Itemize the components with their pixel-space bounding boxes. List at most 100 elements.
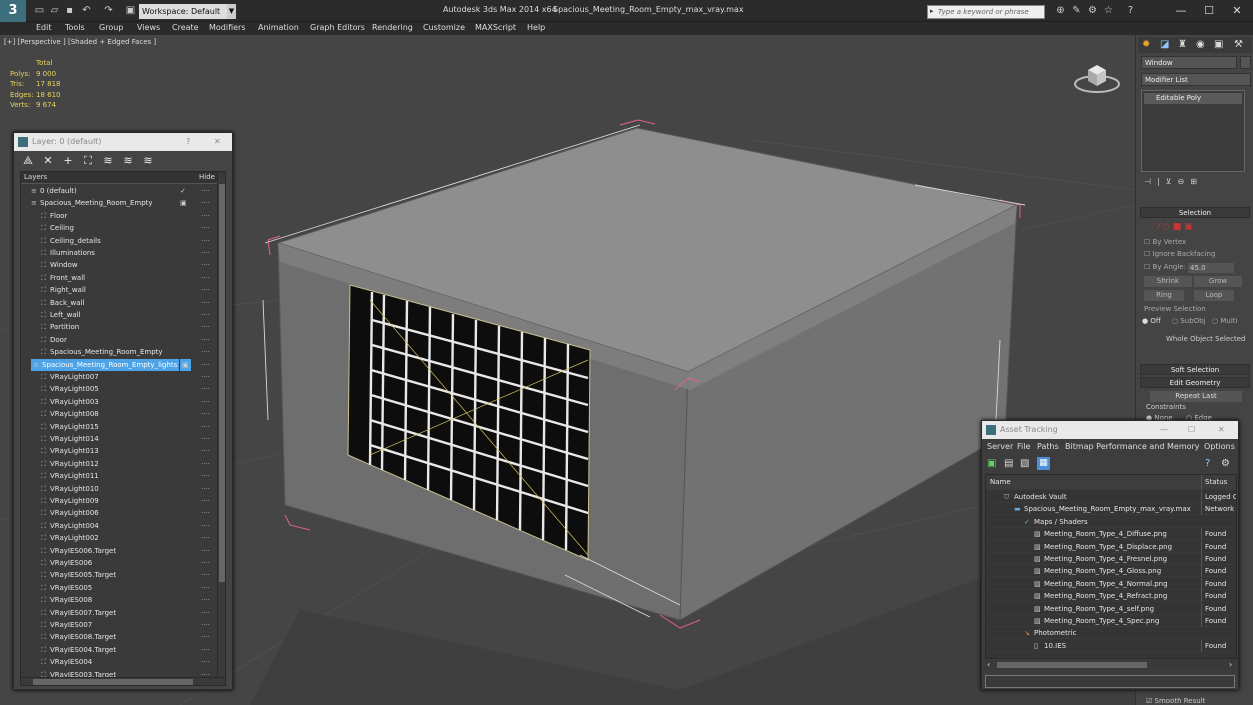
- loop-button[interactable]: Loop: [1194, 290, 1234, 301]
- viewport-label[interactable]: [+] [Perspective ] [Shaded + Edged Faces…: [4, 38, 156, 46]
- menu-file[interactable]: File: [1017, 442, 1030, 451]
- layer-object-row[interactable]: ⛶ VRayLight006 ····: [21, 507, 213, 519]
- hscrollbar-thumb[interactable]: [33, 679, 193, 685]
- hide-toggle-icon[interactable]: ····: [201, 421, 210, 433]
- ring-button[interactable]: Ring: [1144, 290, 1184, 301]
- minimize-button[interactable]: —: [1167, 2, 1195, 19]
- layer-toggle-icon[interactable]: ▣: [180, 358, 191, 371]
- menu-modifiers[interactable]: Modifiers: [209, 23, 246, 32]
- layer-object-row[interactable]: ⛶ Spacious_Meeting_Room_Empty ····: [21, 346, 213, 358]
- by-angle-checkbox[interactable]: ☐ By Angle:: [1144, 263, 1186, 271]
- open-file-icon[interactable]: ▱: [48, 4, 61, 17]
- close-button[interactable]: ✕: [214, 133, 221, 151]
- help-icon[interactable]: ?: [1124, 4, 1137, 17]
- freeze-all-icon[interactable]: ≋: [141, 154, 155, 168]
- hide-toggle-icon[interactable]: ····: [201, 619, 210, 631]
- scrollbar-thumb[interactable]: [219, 184, 225, 582]
- redo-icon[interactable]: ↷: [102, 4, 115, 17]
- layer-object-row[interactable]: ⛶ VRayIES006 ····: [21, 557, 213, 569]
- asset-row[interactable]: ✓ Maps / Shaders: [986, 516, 1236, 528]
- layer-object-row[interactable]: ⛶ VRayIES007 ····: [21, 619, 213, 631]
- utilities-tab-icon[interactable]: ⚒: [1234, 39, 1243, 50]
- create-tab-icon[interactable]: ✹: [1142, 39, 1150, 50]
- refresh-icon[interactable]: ▣: [987, 458, 996, 469]
- repeat-last-button[interactable]: Repeat Last: [1150, 391, 1242, 402]
- hide-toggle-icon[interactable]: ····: [201, 433, 210, 445]
- menu-options[interactable]: Options: [1204, 442, 1235, 451]
- asset-window-titlebar[interactable]: Asset Tracking — ☐ ✕: [982, 421, 1238, 439]
- table-view-icon[interactable]: ▦: [1037, 457, 1050, 470]
- object-name-field[interactable]: Window: [1141, 56, 1237, 69]
- name-column-header[interactable]: Name: [990, 475, 1011, 490]
- thumbnail-view-icon[interactable]: ▧: [1020, 458, 1029, 469]
- layer-window-titlebar[interactable]: Layer: 0 (default) ? ✕: [14, 133, 232, 151]
- hide-toggle-icon[interactable]: ····: [201, 210, 210, 222]
- highlight-layer-icon[interactable]: ≋: [101, 154, 115, 168]
- hide-toggle-icon[interactable]: ····: [201, 644, 210, 656]
- hide-toggle-icon[interactable]: ····: [201, 408, 210, 420]
- layers-column-header[interactable]: Layers: [24, 173, 47, 181]
- menu-server[interactable]: Server: [987, 442, 1013, 451]
- layer-object-row[interactable]: ⛶ VRayLight015 ····: [21, 421, 213, 433]
- asset-row[interactable]: ⛉ Autodesk Vault Logged O: [986, 491, 1236, 503]
- undo-icon[interactable]: ↶: [80, 4, 93, 17]
- layer-object-row[interactable]: ⛶ VRayIES005.Target ····: [21, 569, 213, 581]
- preview-subobj-radio[interactable]: ○ SubObj: [1172, 317, 1206, 325]
- hide-toggle-icon[interactable]: ····: [201, 594, 210, 606]
- help-icon[interactable]: ?: [1205, 458, 1210, 469]
- hide-toggle-icon[interactable]: ····: [201, 631, 210, 643]
- settings-icon[interactable]: ⚙: [1221, 458, 1230, 469]
- display-tab-icon[interactable]: ▣: [1214, 39, 1223, 50]
- grow-button[interactable]: Grow: [1194, 276, 1242, 287]
- menu-edit[interactable]: Edit: [36, 23, 52, 32]
- menu-paths[interactable]: Paths: [1037, 442, 1059, 451]
- asset-row[interactable]: ▨ Meeting_Room_Type_4_Gloss.png Found: [986, 565, 1236, 578]
- modifier-list-dropdown[interactable]: Modifier List: [1141, 73, 1251, 86]
- layer-object-row[interactable]: ⛶ VRayLight010 ····: [21, 483, 213, 495]
- layer-object-row[interactable]: ⛶ VRayLight008 ····: [21, 408, 213, 420]
- asset-row[interactable]: ▨ Meeting_Room_Type_4_self.png Found: [986, 602, 1236, 615]
- menu-bitmap-performance[interactable]: Bitmap Performance and Memory: [1065, 442, 1200, 451]
- status-column-header[interactable]: Status: [1201, 475, 1236, 490]
- hide-toggle-icon[interactable]: ····: [201, 607, 210, 619]
- current-layer-check-icon[interactable]: ✓: [180, 185, 186, 197]
- menu-animation[interactable]: Animation: [258, 23, 299, 32]
- list-view-icon[interactable]: ▤: [1004, 458, 1013, 469]
- new-file-icon[interactable]: ▭: [33, 4, 46, 17]
- layer-object-row[interactable]: ⛶ VRayLight003 ····: [21, 396, 213, 408]
- layer-object-row[interactable]: ⛶ VRayLight014 ····: [21, 433, 213, 445]
- asset-row[interactable]: ▨ Meeting_Room_Type_4_Fresnel.png Found: [986, 553, 1236, 565]
- by-vertex-checkbox[interactable]: ☐ By Vertex: [1144, 238, 1186, 246]
- soft-selection-rollout-header[interactable]: Soft Selection: [1140, 364, 1250, 375]
- hide-toggle-icon[interactable]: ····: [201, 334, 210, 346]
- binoculars-icon[interactable]: ⊕: [1054, 4, 1067, 17]
- hide-toggle-icon[interactable]: ····: [201, 445, 210, 457]
- subscription-icon[interactable]: ✎: [1070, 4, 1083, 17]
- asset-row[interactable]: ▨ Meeting_Room_Type_4_Refract.png Found: [986, 590, 1236, 603]
- selection-rollout-header[interactable]: Selection: [1140, 207, 1250, 218]
- menu-graph-editors[interactable]: Graph Editors: [310, 23, 365, 32]
- edit-geometry-rollout-header[interactable]: Edit Geometry: [1140, 377, 1250, 388]
- menu-views[interactable]: Views: [137, 23, 160, 32]
- hide-toggle-icon[interactable]: ····: [201, 197, 210, 209]
- menu-customize[interactable]: Customize: [423, 23, 465, 32]
- layer-object-row[interactable]: ⛶ VRayIES007.Target ····: [21, 607, 213, 619]
- favorites-star-icon[interactable]: ☆: [1102, 4, 1115, 17]
- layer-row[interactable]: ≡ Spacious_Meeting_Room_Empty ▣ ····: [21, 197, 213, 209]
- layer-object-row[interactable]: ⛶ VRayIES004.Target ····: [21, 644, 213, 656]
- menu-help[interactable]: Help: [527, 23, 545, 32]
- layer-object-row[interactable]: ⛶ VRayLight011 ····: [21, 470, 213, 482]
- stack-item-editable-poly[interactable]: Editable Poly: [1144, 93, 1242, 104]
- hide-toggle-icon[interactable]: ····: [201, 582, 210, 594]
- motion-tab-icon[interactable]: ◉: [1196, 39, 1205, 50]
- layer-object-row[interactable]: ⛶ VRayIES004 ····: [21, 656, 213, 668]
- subobject-level-icons[interactable]: ⁖⁄◇■▣: [1150, 222, 1196, 232]
- help-button[interactable]: ?: [186, 133, 190, 151]
- hide-all-icon[interactable]: ≋: [121, 154, 135, 168]
- layer-object-row[interactable]: ⛶ VRayIES008 ····: [21, 594, 213, 606]
- close-button[interactable]: ✕: [1218, 421, 1225, 439]
- delete-layer-icon[interactable]: ✕: [41, 154, 55, 168]
- shrink-button[interactable]: Shrink: [1144, 276, 1192, 287]
- layer-object-row[interactable]: ⛶ Ceiling ····: [21, 222, 213, 234]
- hide-toggle-icon[interactable]: ····: [201, 346, 210, 358]
